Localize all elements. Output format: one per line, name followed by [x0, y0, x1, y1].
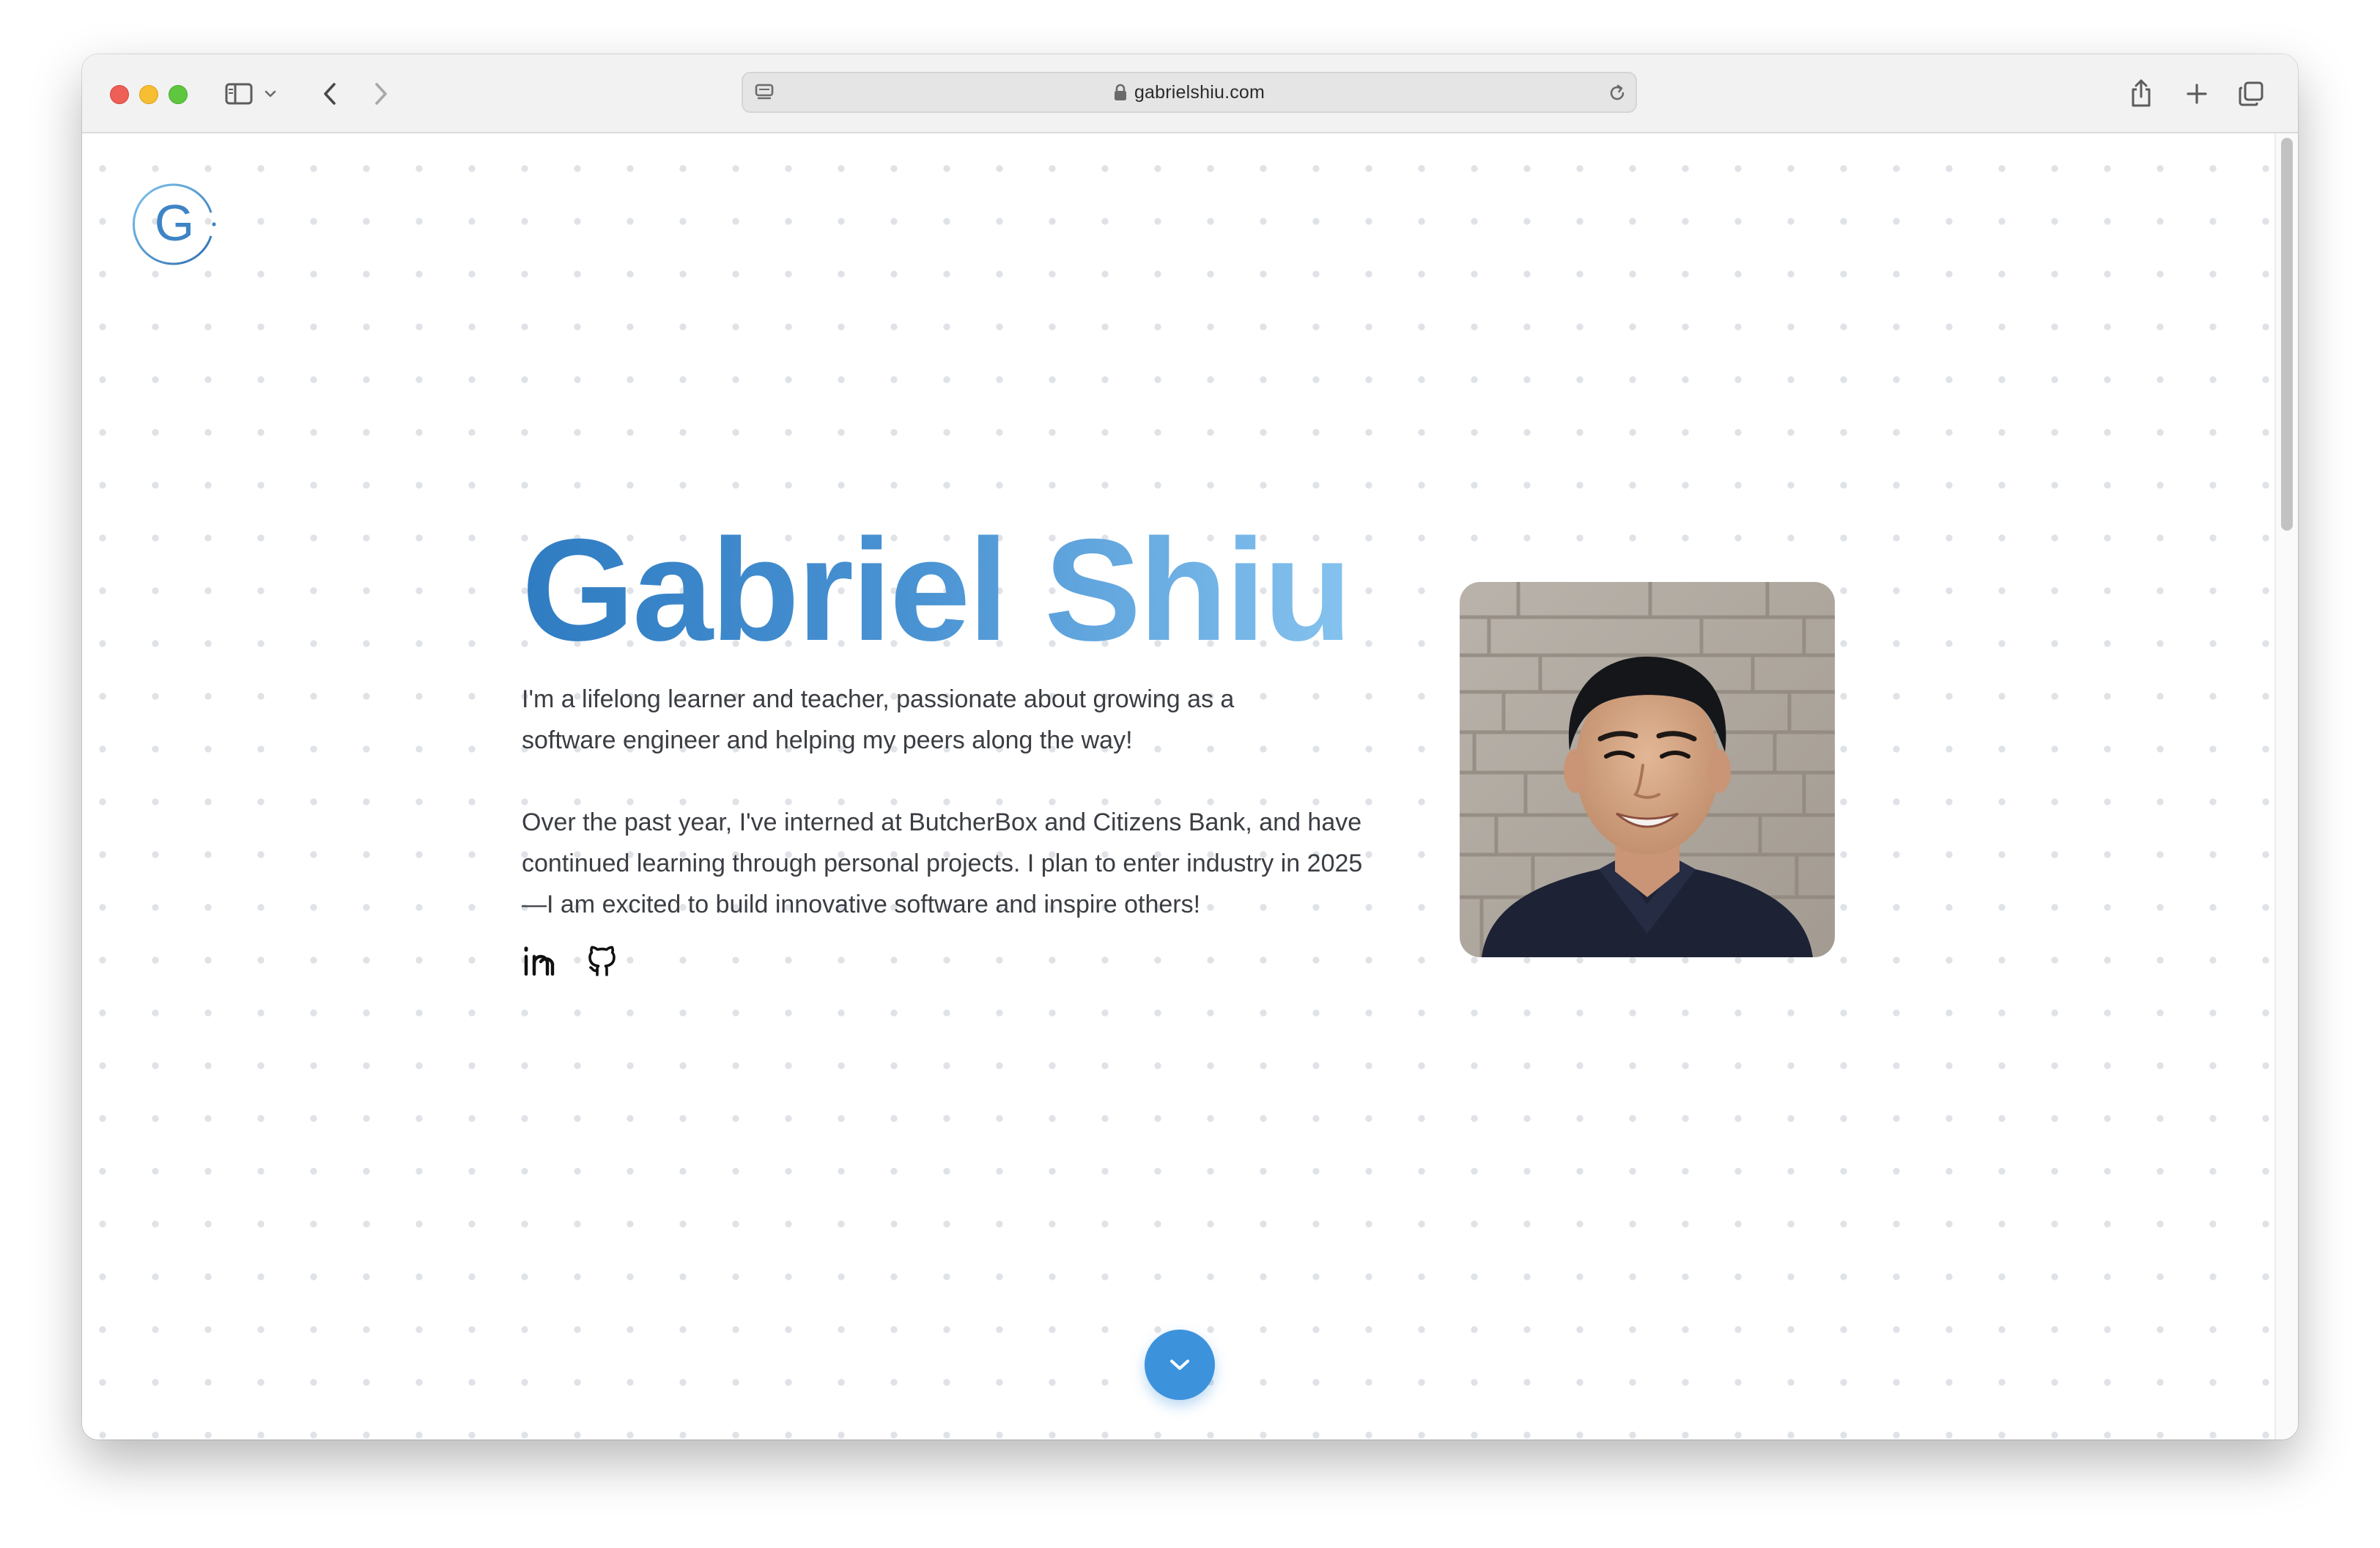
chevron-down-icon[interactable]: [262, 85, 278, 103]
url-text: gabrielshiu.com: [1134, 81, 1265, 103]
linkedin-icon[interactable]: [522, 944, 555, 978]
back-icon[interactable]: [315, 79, 344, 108]
sidebar-icon[interactable]: [223, 79, 255, 108]
social-links: [522, 944, 1401, 978]
github-icon[interactable]: [585, 944, 618, 978]
hero-intro: I'm a lifelong learner and teacher, pass…: [522, 685, 1235, 754]
address-bar[interactable]: gabrielshiu.com: [742, 72, 1637, 113]
reload-icon[interactable]: [1606, 82, 1628, 104]
new-tab-icon[interactable]: [2182, 79, 2211, 108]
hero-section: Gabriel Shiu I'm a lifelong learner and …: [522, 506, 1401, 978]
url-display: gabrielshiu.com: [743, 73, 1636, 111]
close-window-button[interactable]: [110, 85, 129, 104]
tab-overview-icon[interactable]: [2235, 78, 2267, 110]
site-logo[interactable]: G: [132, 180, 220, 268]
web-page: G Gabriel Shiu I'm a lifelong learner an…: [82, 133, 2298, 1440]
screenshot-stage: gabrielshiu.com G Gabriel Shiu I'm a lif…: [0, 0, 2380, 1548]
zoom-window-button[interactable]: [169, 85, 188, 104]
lock-icon: [1114, 84, 1127, 101]
scroll-down-button[interactable]: [1145, 1330, 1215, 1400]
forward-icon[interactable]: [366, 79, 396, 108]
hero-name: Gabriel Shiu: [522, 506, 1401, 674]
hero-about: Over the past year, I've interned at But…: [522, 808, 1363, 918]
minimize-window-button[interactable]: [139, 85, 158, 104]
scrollbar-thumb[interactable]: [2281, 138, 2293, 531]
browser-window: gabrielshiu.com G Gabriel Shiu I'm a lif…: [82, 54, 2298, 1440]
browser-toolbar: gabrielshiu.com: [82, 54, 2298, 133]
chevron-down-icon: [1167, 1357, 1192, 1373]
share-icon[interactable]: [2126, 76, 2156, 110]
scrollbar[interactable]: [2274, 133, 2298, 1440]
logo-letter: G: [155, 194, 194, 251]
profile-photo: [1460, 582, 1835, 957]
